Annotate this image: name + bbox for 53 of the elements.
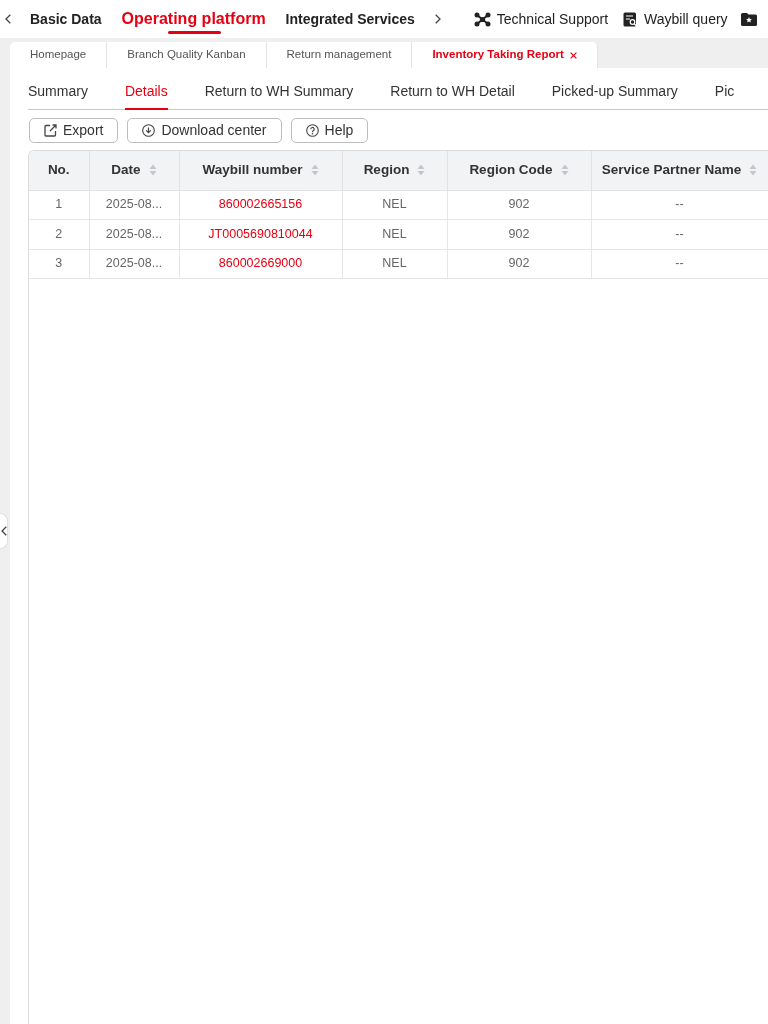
- waybill-link[interactable]: JT0005690810044: [208, 226, 313, 241]
- table-cell: --: [591, 219, 768, 249]
- toolbar-button[interactable]: Download center: [127, 118, 282, 143]
- close-icon[interactable]: [569, 51, 577, 59]
- table-cell: --: [591, 190, 768, 220]
- sub-tab[interactable]: Picked-up Summary: [551, 77, 678, 110]
- table-cell: 2025-08...: [89, 249, 179, 279]
- menu-tab[interactable]: Operating platform: [121, 0, 266, 38]
- table-cell: 902: [447, 249, 591, 279]
- sub-tab[interactable]: Pic: [714, 77, 735, 110]
- table-cell: 1: [29, 190, 89, 220]
- table-cell: 2025-08...: [89, 219, 179, 249]
- table-cell: 2025-08...: [89, 190, 179, 220]
- toolbar-button[interactable]: Export: [29, 118, 119, 143]
- column-header[interactable]: Service Partner Name: [591, 151, 768, 190]
- table-cell: NEL: [342, 249, 447, 279]
- star-folder-icon[interactable]: [740, 12, 757, 26]
- page-tab[interactable]: Inventory Taking Report: [412, 42, 598, 68]
- chevron-left-icon[interactable]: [5, 14, 11, 24]
- menu-tab[interactable]: Integrated Services: [285, 0, 415, 38]
- column-header[interactable]: Region: [342, 151, 447, 190]
- document-search-icon: [623, 11, 639, 27]
- sub-tab[interactable]: Return to WH Detail: [390, 77, 515, 110]
- sub-tab[interactable]: Details: [124, 77, 168, 110]
- table-cell: NEL: [342, 190, 447, 220]
- column-header[interactable]: Date: [89, 151, 179, 190]
- table-cell: NEL: [342, 219, 447, 249]
- page-tab[interactable]: Return management: [266, 42, 413, 68]
- page-tab[interactable]: Homepage: [10, 42, 108, 68]
- table-cell: 902: [447, 219, 591, 249]
- column-header[interactable]: Region Code: [447, 151, 591, 190]
- external-link-icon: [44, 124, 57, 137]
- table-cell: 2: [29, 219, 89, 249]
- table-cell: --: [591, 249, 768, 279]
- waybill-link[interactable]: 860002665156: [218, 197, 303, 212]
- nav-link[interactable]: Technical Support: [473, 8, 609, 30]
- sub-tab[interactable]: Summary: [28, 77, 88, 110]
- page-tab[interactable]: Branch Quality Kanban: [107, 42, 267, 68]
- collapse-handle[interactable]: [0, 513, 8, 549]
- chevron-right-icon[interactable]: [434, 14, 441, 24]
- menu-tab[interactable]: Basic Data: [30, 0, 102, 38]
- download-icon: [142, 124, 156, 137]
- toolbar-button[interactable]: Help: [290, 118, 369, 143]
- column-header: No.: [29, 151, 89, 190]
- table-cell: 3: [29, 249, 89, 279]
- chevron-left-icon: [0, 526, 7, 536]
- nav-link[interactable]: Waybill query: [623, 8, 728, 30]
- nodes-icon: [473, 11, 491, 27]
- waybill-link[interactable]: 860002669000: [218, 256, 303, 271]
- column-header[interactable]: Waybill number: [179, 151, 342, 190]
- table-cell: 902: [447, 190, 591, 220]
- help-icon: [305, 124, 319, 137]
- sub-tab[interactable]: Return to WH Summary: [204, 77, 354, 110]
